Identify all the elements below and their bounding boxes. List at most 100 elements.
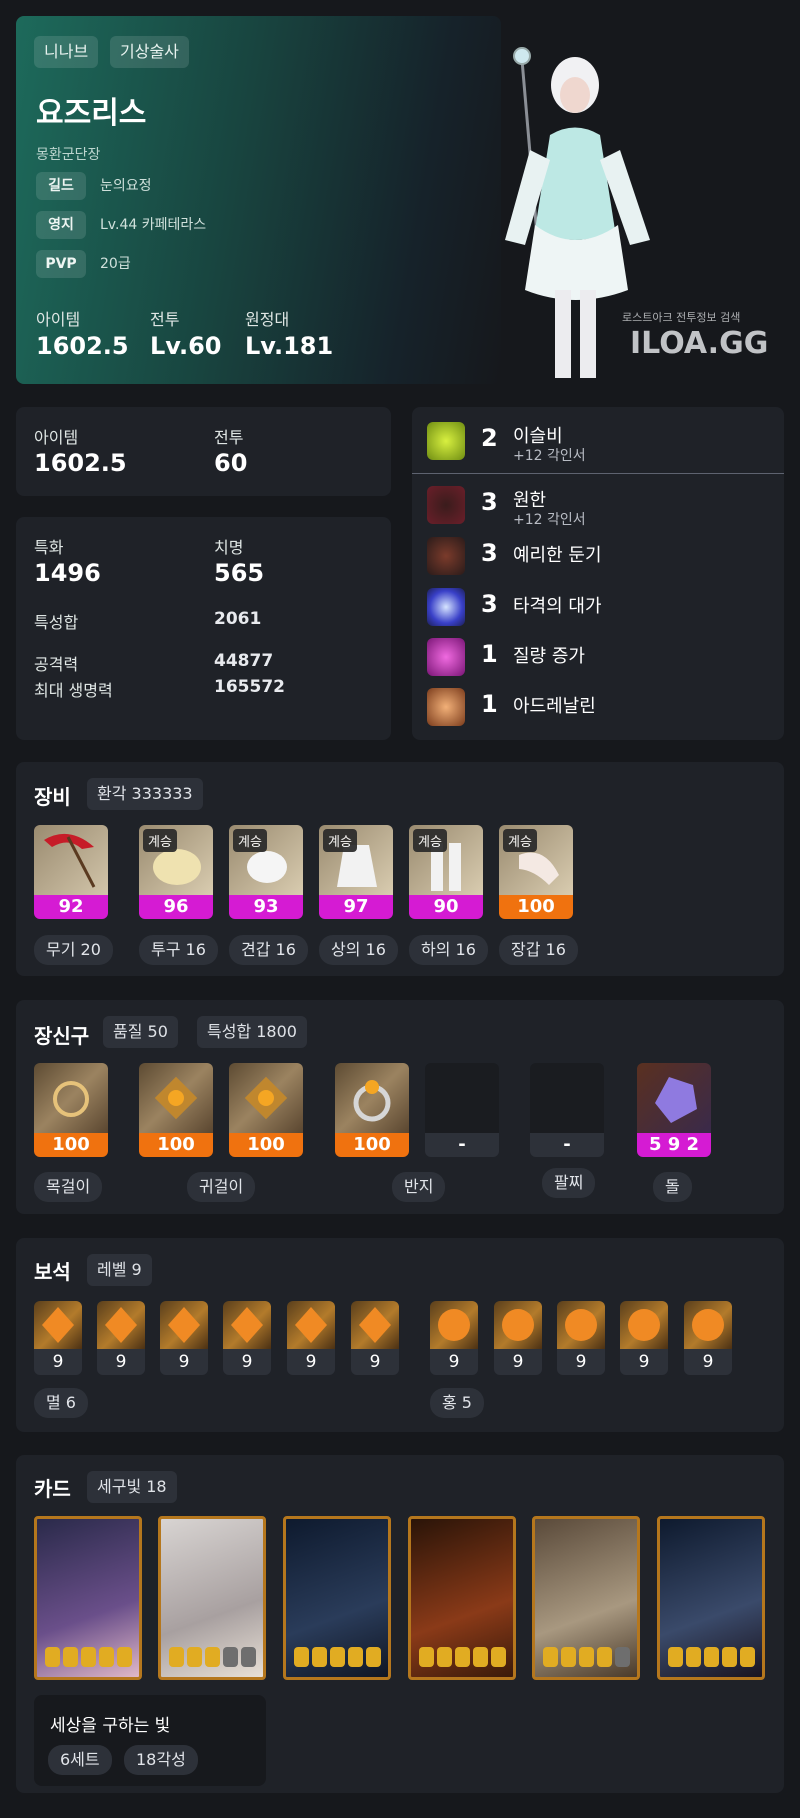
succession-badge: 계승 — [143, 829, 177, 852]
quality-bar: 96 — [139, 895, 213, 919]
quality-bar: 100 — [139, 1133, 213, 1157]
combat-stats-card: 특화 1496 치명 565 특성합 2061 공격력 44877 최대 생명력… — [16, 517, 391, 740]
card-item[interactable] — [34, 1516, 142, 1680]
equipment-label: 무기 20 — [34, 935, 113, 965]
stat-sum-value: 2061 — [214, 609, 262, 629]
accessory-necklace[interactable]: 100 — [34, 1063, 108, 1157]
gem-slot[interactable]: 9 — [684, 1301, 732, 1375]
pvp-value: 20급 — [100, 256, 131, 272]
profile-banner: 니나브 기상술사 요즈리스 몽환군단장 길드 눈의요정 영지 Lv.44 카페테… — [16, 16, 501, 384]
accessory-bracelet[interactable]: - — [530, 1063, 604, 1157]
cards-title: 카드 — [34, 1477, 71, 1501]
quality-bar: 90 — [409, 895, 483, 919]
equipment-gloves[interactable]: 계승 100 — [499, 825, 573, 919]
equipment-label: 견갑 16 — [229, 935, 308, 965]
gem-slot[interactable]: 9 — [557, 1301, 605, 1375]
engraving-item[interactable]: 3 예리한 둔기 — [427, 535, 767, 575]
gem-slot[interactable]: 9 — [223, 1301, 271, 1375]
crit-label: 치명 — [214, 538, 244, 557]
hero-item-value: 1602.5 — [36, 332, 129, 360]
gem-level-chip: 레벨 9 — [87, 1254, 152, 1286]
watermark-caption: 로스트아크 전투정보 검색 — [622, 311, 741, 324]
card-item[interactable] — [532, 1516, 640, 1680]
engraving-icon — [427, 422, 465, 460]
gem-level: 9 — [494, 1349, 542, 1375]
equipment-transcend-chip: 환각 333333 — [87, 778, 203, 810]
gem-slot[interactable]: 9 — [494, 1301, 542, 1375]
hero-battle-label: 전투 — [150, 310, 180, 329]
equipment-title: 장비 — [34, 785, 71, 809]
gem-level: 9 — [620, 1349, 668, 1375]
engraving-name: 질량 증가 — [513, 646, 585, 667]
card-set-name: 세상을 구하는 빛 — [50, 1716, 171, 1736]
gem-slot[interactable]: 9 — [34, 1301, 82, 1375]
summary-item-value: 1602.5 — [34, 449, 127, 477]
card-item[interactable] — [408, 1516, 516, 1680]
quality-bar: 100 — [499, 895, 573, 919]
accessory-label: 귀걸이 — [187, 1172, 256, 1202]
card-item[interactable] — [283, 1516, 391, 1680]
engraving-item[interactable]: 1 질량 증가 — [427, 636, 767, 676]
stat-sum-label: 특성합 — [34, 613, 79, 632]
card-item[interactable] — [158, 1516, 266, 1680]
quality-bar: 5 9 2 — [637, 1133, 711, 1157]
equipment-label: 하의 16 — [409, 935, 488, 965]
hero-expedition-label: 원정대 — [245, 310, 290, 329]
engraving-icon — [427, 588, 465, 626]
card-item[interactable] — [657, 1516, 765, 1680]
character-title: 몽환군단장 — [36, 147, 101, 163]
card-set-count: 6세트 — [48, 1745, 112, 1775]
accessory-stone[interactable]: 5 9 2 — [637, 1063, 711, 1157]
quality-bar: - — [425, 1133, 499, 1157]
card-set-chip: 세구빛 18 — [87, 1471, 177, 1503]
accessory-earring-2[interactable]: 100 — [229, 1063, 303, 1157]
quality-bar: - — [530, 1133, 604, 1157]
watermark-logo: ILOA.GG — [630, 326, 769, 361]
quality-bar: 100 — [34, 1133, 108, 1157]
equipment-weapon[interactable]: 92 — [34, 825, 108, 919]
engraving-level: 3 — [481, 590, 498, 618]
hp-label: 최대 생명력 — [34, 681, 113, 700]
equipment-top[interactable]: 계승 97 — [319, 825, 393, 919]
gem-level: 9 — [430, 1349, 478, 1375]
hp-value: 165572 — [214, 677, 285, 697]
accessory-label: 반지 — [392, 1172, 446, 1202]
accessory-ring-empty[interactable]: - — [425, 1063, 499, 1157]
succession-badge: 계승 — [323, 829, 357, 852]
equipment-helmet[interactable]: 계승 96 — [139, 825, 213, 919]
equipment-shoulder[interactable]: 계승 93 — [229, 825, 303, 919]
gem-slot[interactable]: 9 — [430, 1301, 478, 1375]
gem-slot[interactable]: 9 — [160, 1301, 208, 1375]
accessory-label: 팔찌 — [542, 1168, 596, 1198]
summary-card: 아이템 1602.5 전투 60 — [16, 407, 391, 496]
engraving-item[interactable]: 3 원한 +12 각인서 — [427, 484, 767, 528]
engraving-level: 1 — [481, 690, 498, 718]
guild-value: 눈의요정 — [100, 178, 152, 194]
engraving-level: 1 — [481, 640, 498, 668]
gem-group-label: 홍 5 — [430, 1388, 484, 1418]
accessory-quality-chip: 품질 50 — [103, 1016, 178, 1048]
hero-battle-value: Lv.60 — [150, 332, 222, 360]
gem-slot[interactable]: 9 — [620, 1301, 668, 1375]
succession-badge: 계승 — [503, 829, 537, 852]
gems-title: 보석 — [34, 1260, 71, 1284]
accessory-ring[interactable]: 100 — [335, 1063, 409, 1157]
accessory-label: 돌 — [653, 1172, 692, 1202]
engraving-item[interactable]: 1 아드레날린 — [427, 686, 767, 726]
quality-bar: 100 — [229, 1133, 303, 1157]
accessory-earring-1[interactable]: 100 — [139, 1063, 213, 1157]
engraving-item[interactable]: 3 타격의 대가 — [427, 586, 767, 626]
attack-value: 44877 — [214, 651, 274, 671]
accessory-label: 목걸이 — [34, 1172, 103, 1202]
engraving-icon — [427, 537, 465, 575]
gem-slot[interactable]: 9 — [97, 1301, 145, 1375]
engraving-level: 3 — [481, 488, 498, 516]
gem-level: 9 — [97, 1349, 145, 1375]
engraving-name: 예리한 둔기 — [513, 545, 602, 566]
gem-slot[interactable]: 9 — [287, 1301, 335, 1375]
gem-slot[interactable]: 9 — [351, 1301, 399, 1375]
equipment-bottom[interactable]: 계승 90 — [409, 825, 483, 919]
spec-value: 1496 — [34, 559, 101, 587]
engraving-item[interactable]: 2 이슬비 +12 각인서 — [427, 420, 767, 464]
gem-level: 9 — [223, 1349, 271, 1375]
